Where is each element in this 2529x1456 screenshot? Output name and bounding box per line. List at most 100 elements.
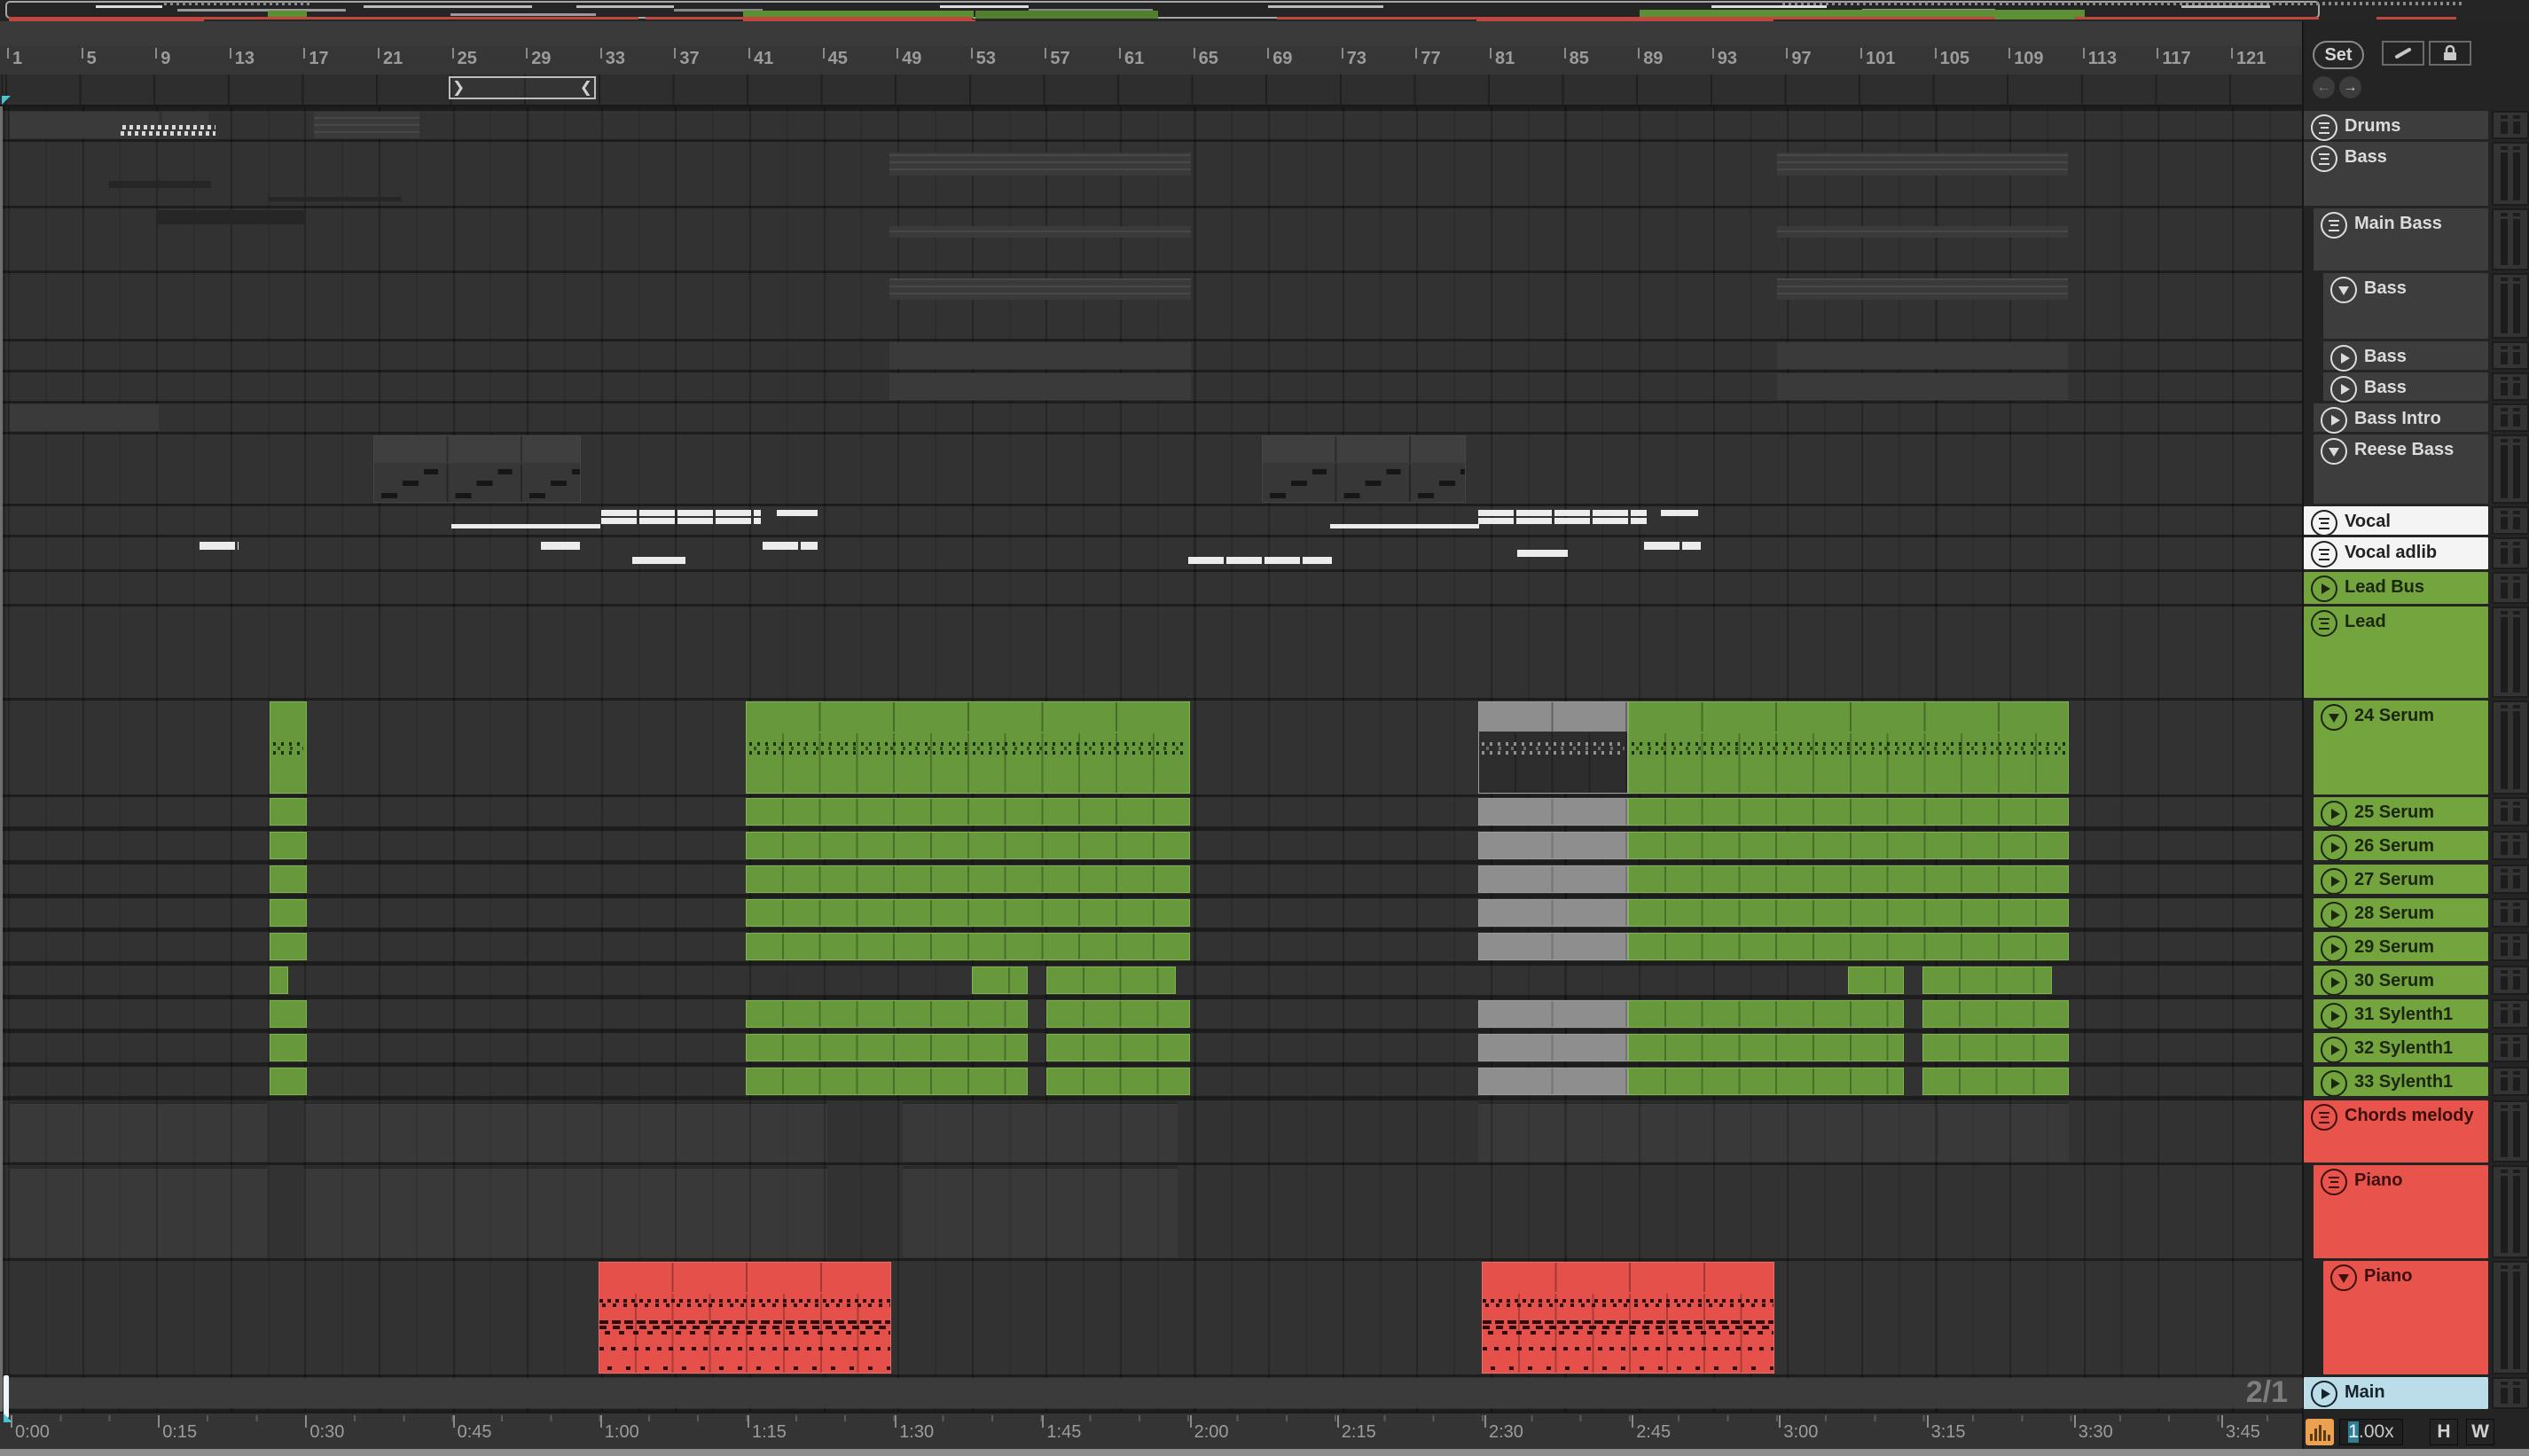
clip[interactable] [1628, 1000, 1904, 1028]
clip[interactable] [1478, 865, 1628, 893]
track-row[interactable] [3, 506, 2305, 535]
group-track-icon[interactable] [2311, 1104, 2337, 1131]
track-header-25-serum[interactable]: 25 Serum [2314, 797, 2488, 827]
clip[interactable] [122, 125, 215, 129]
clip[interactable] [1478, 899, 1628, 927]
clip[interactable] [10, 404, 159, 431]
track-header-piano[interactable]: Piano [2314, 1165, 2488, 1258]
clip[interactable] [1922, 1068, 2069, 1095]
clip[interactable] [373, 435, 581, 503]
track-header-27-serum[interactable]: 27 Serum [2314, 865, 2488, 895]
audition-waveform-button[interactable] [2306, 1419, 2334, 1445]
clip[interactable] [1478, 510, 1647, 516]
fold-closed-icon[interactable] [2311, 575, 2337, 602]
scrub-area[interactable] [0, 74, 2302, 108]
clip[interactable] [304, 1101, 827, 1162]
lock-button[interactable] [2429, 41, 2471, 66]
group-track-icon[interactable] [2311, 610, 2337, 637]
clip[interactable] [1478, 1101, 2069, 1162]
track-header-31-sylenth1[interactable]: 31 Sylenth1 [2314, 999, 2488, 1029]
clip[interactable] [889, 373, 1191, 400]
clip[interactable] [1478, 798, 1628, 826]
clip[interactable] [889, 153, 1191, 176]
clip[interactable] [1046, 967, 1176, 994]
clip[interactable] [1922, 1000, 2069, 1028]
clip[interactable] [1478, 933, 1628, 960]
clip[interactable] [903, 1166, 1178, 1257]
clip[interactable] [1922, 1034, 2069, 1061]
set-button[interactable]: Set [2313, 41, 2364, 69]
track-header-main-bass[interactable]: Main Bass [2314, 208, 2488, 270]
clip[interactable] [889, 226, 1191, 238]
fold-closed-icon[interactable] [2330, 345, 2357, 372]
width-zoom-button[interactable]: W [2466, 1419, 2494, 1445]
clip[interactable] [746, 933, 1190, 960]
back-arrow-button[interactable]: ← [2313, 76, 2335, 98]
clip[interactable] [1330, 524, 1479, 528]
clip[interactable] [541, 542, 580, 550]
track-row[interactable] [3, 434, 2305, 504]
clip[interactable] [601, 510, 761, 516]
clip[interactable] [1478, 1000, 1628, 1028]
clip[interactable] [270, 899, 307, 927]
clip[interactable] [3, 1378, 2303, 1408]
group-track-icon[interactable] [2321, 1169, 2347, 1195]
fold-closed-icon[interactable] [2321, 902, 2347, 928]
track-header-29-serum[interactable]: 29 Serum [2314, 932, 2488, 962]
clip[interactable] [1478, 1068, 1628, 1095]
track-header-drums[interactable]: Drums [2304, 111, 2488, 141]
clip[interactable] [270, 1034, 307, 1061]
clip[interactable] [1046, 1000, 1190, 1028]
clip[interactable] [1628, 798, 2069, 826]
clip[interactable] [10, 1166, 267, 1257]
track-header-32-sylenth1[interactable]: 32 Sylenth1 [2314, 1033, 2488, 1063]
track-header-30-serum[interactable]: 30 Serum [2314, 966, 2488, 996]
clip[interactable] [269, 197, 402, 201]
fold-closed-icon[interactable] [2330, 376, 2357, 403]
clip[interactable] [451, 524, 600, 528]
track-header-26-serum[interactable]: 26 Serum [2314, 831, 2488, 861]
clip[interactable] [270, 933, 307, 960]
bar-ruler[interactable]: 1 5 9 13 17 21 25 29 33 37 41 45 49 53 57 61 65 69 73 77 81 8… [0, 46, 2302, 74]
track-header-vocal-adlib[interactable]: Vocal adlib [2304, 537, 2488, 569]
clip[interactable] [270, 701, 307, 794]
clip[interactable] [200, 542, 239, 550]
track-header-bass[interactable]: Bass [2323, 341, 2488, 372]
clip[interactable] [746, 701, 1190, 794]
group-track-icon[interactable] [2311, 145, 2337, 172]
clip[interactable] [1922, 967, 2052, 994]
track-header-lead[interactable]: Lead [2304, 607, 2488, 698]
clip[interactable] [1661, 510, 1698, 516]
clip[interactable] [270, 865, 307, 893]
clip[interactable] [763, 542, 818, 550]
clip[interactable] [746, 865, 1190, 893]
track-row[interactable] [3, 208, 2305, 270]
fold-open-icon[interactable] [2321, 704, 2347, 731]
clip[interactable] [1628, 865, 2069, 893]
clip[interactable] [746, 899, 1190, 927]
clip[interactable] [599, 1262, 891, 1374]
clip[interactable] [1777, 342, 2068, 369]
clip[interactable] [1478, 518, 1647, 524]
fold-closed-icon[interactable] [2321, 1037, 2347, 1063]
clip[interactable] [903, 1101, 1178, 1162]
clip[interactable] [1262, 435, 1466, 503]
playback-speed-field[interactable]: 1.00x [2339, 1419, 2403, 1445]
fold-open-icon[interactable] [2330, 1264, 2357, 1291]
track-header-chords-melody[interactable]: Chords melody [2304, 1100, 2488, 1162]
clip[interactable] [1478, 832, 1628, 859]
track-row[interactable] [3, 1261, 2305, 1374]
clip[interactable] [1046, 1034, 1190, 1061]
clip[interactable] [1628, 1068, 1904, 1095]
fold-closed-icon[interactable] [2321, 969, 2347, 996]
fold-closed-icon[interactable] [2321, 1070, 2347, 1097]
track-row[interactable] [3, 607, 2305, 698]
clip[interactable] [1517, 550, 1568, 557]
track-header-reese-bass[interactable]: Reese Bass [2314, 434, 2488, 504]
clip[interactable] [121, 131, 215, 136]
clip[interactable] [1777, 226, 2068, 238]
clip[interactable] [1777, 373, 2068, 400]
fold-closed-icon[interactable] [2321, 935, 2347, 962]
track-header-bass-intro[interactable]: Bass Intro [2314, 403, 2488, 434]
track-row[interactable] [3, 403, 2305, 432]
